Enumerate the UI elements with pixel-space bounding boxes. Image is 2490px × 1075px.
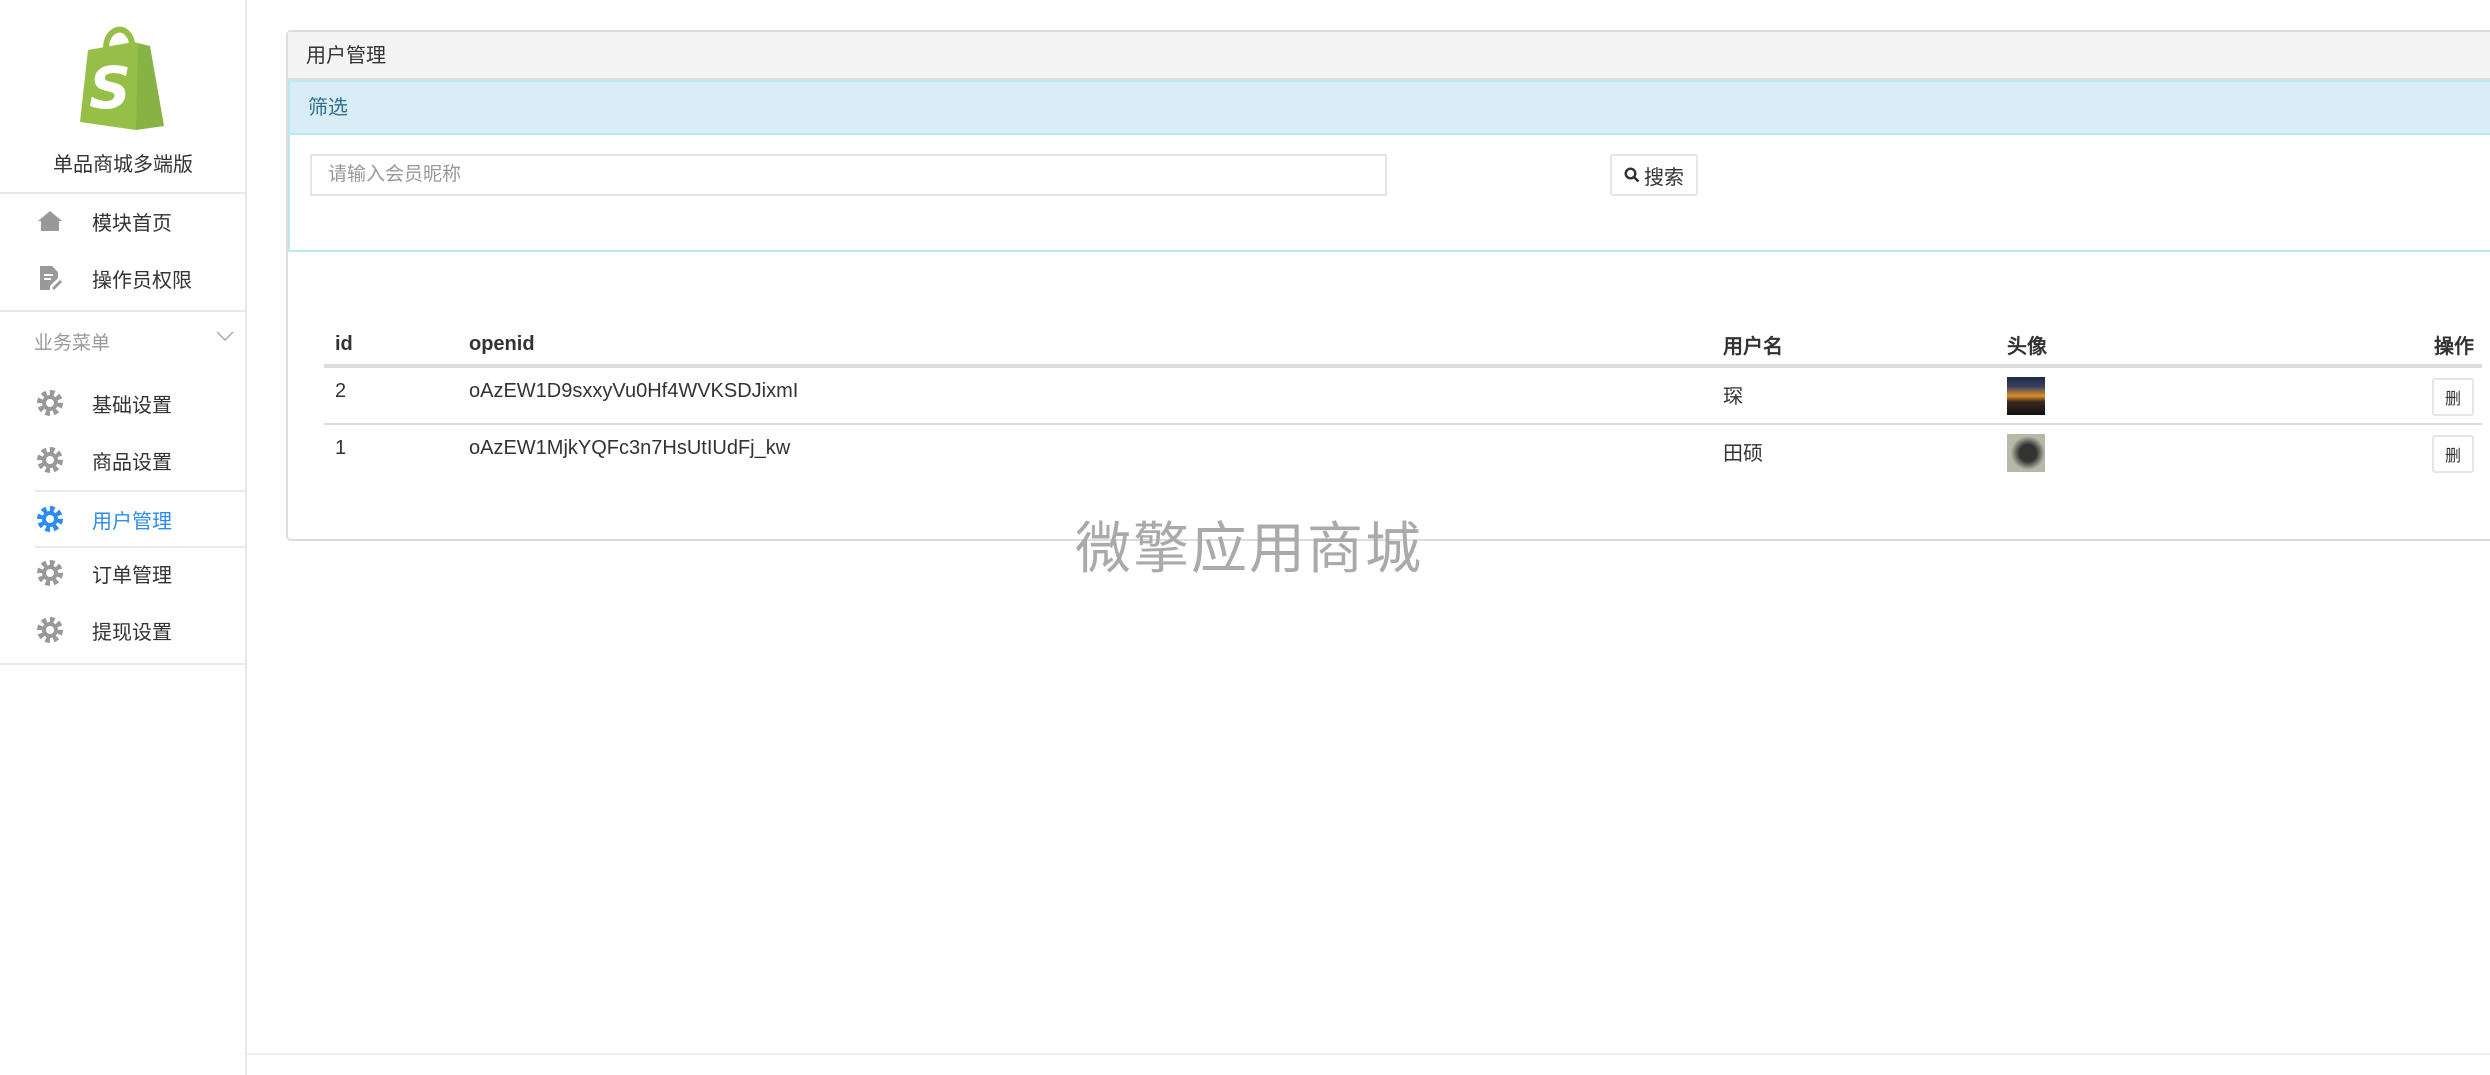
- col-avatar: 头像: [2007, 324, 2219, 368]
- search-button-label: 搜索: [1644, 166, 1684, 189]
- search-icon: [1624, 167, 1640, 183]
- svg-text:S: S: [89, 54, 131, 122]
- gear-icon: [36, 559, 64, 587]
- sidebar-item-order-management[interactable]: 订单管理: [0, 545, 246, 601]
- home-icon: [36, 207, 64, 235]
- user-table: id openid 用户名 头像 操作 2 oAzEW1D9sxxyVu0Hf4…: [324, 324, 2482, 482]
- sidebar: S 单品商城多端版 模块首页 操作员权限 业务菜单 基础设置 商品设置 用户管理…: [0, 0, 247, 1075]
- avatar: [2007, 434, 2045, 472]
- cell-id: 2: [324, 366, 469, 425]
- shopify-bag-logo: S: [80, 26, 164, 130]
- divider: [0, 310, 246, 312]
- menu-group-business[interactable]: 业务菜单: [34, 328, 110, 355]
- brand-name: 单品商城多端版: [53, 154, 193, 176]
- sidebar-item-user-management[interactable]: 用户管理: [0, 491, 246, 547]
- delete-button[interactable]: 删: [2432, 435, 2474, 473]
- col-openid: openid: [469, 324, 1723, 368]
- col-username: 用户名: [1723, 324, 2007, 368]
- gear-icon: [36, 616, 64, 644]
- divider: [0, 663, 246, 665]
- nickname-search-input[interactable]: [310, 154, 1387, 196]
- sidebar-item-label: 商品设置: [92, 451, 172, 474]
- gear-icon: [36, 389, 64, 417]
- filter-title: 筛选: [290, 82, 2490, 135]
- col-id: id: [324, 324, 469, 368]
- edit-document-icon: [36, 264, 64, 292]
- search-button[interactable]: 搜索: [1610, 154, 1698, 196]
- sidebar-item-label: 提现设置: [92, 621, 172, 644]
- sidebar-item-module-home[interactable]: 模块首页: [0, 193, 246, 249]
- panel-title: 用户管理: [288, 32, 2490, 80]
- cell-username: 琛: [1723, 366, 2007, 425]
- cell-openid: oAzEW1MjkYQFc3n7HsUtIUdFj_kw: [469, 437, 791, 459]
- table-header-row: id openid 用户名 头像 操作: [324, 324, 2482, 368]
- cell-username: 田硕: [1723, 443, 1763, 465]
- gear-icon: [36, 446, 64, 474]
- sidebar-item-label: 用户管理: [92, 510, 172, 533]
- watermark: 微擎应用商城: [1075, 517, 1423, 580]
- sidebar-item-label: 基础设置: [92, 394, 172, 417]
- sidebar-item-operator-permissions[interactable]: 操作员权限: [0, 250, 246, 306]
- chevron-down-icon[interactable]: [216, 330, 234, 342]
- col-actions: 操作: [2218, 324, 2482, 368]
- gear-icon: [36, 505, 64, 533]
- table-row: 1 oAzEW1MjkYQFc3n7HsUtIUdFj_kw 田硕 删: [324, 424, 2482, 482]
- avatar: [2007, 377, 2045, 415]
- sidebar-item-label: 操作员权限: [92, 269, 192, 292]
- sidebar-item-label: 模块首页: [92, 212, 172, 235]
- footer-divider: [247, 1053, 2490, 1055]
- cell-openid: oAzEW1D9sxxyVu0Hf4WVKSDJixmI: [469, 366, 1723, 425]
- delete-button[interactable]: 删: [2432, 378, 2474, 416]
- table-row: 2 oAzEW1D9sxxyVu0Hf4WVKSDJixmI 琛 删: [324, 366, 2482, 425]
- user-management-panel: 用户管理 筛选 搜索 id openid 用户名 头像 操作 2 oAzEW1D…: [286, 30, 2490, 541]
- filter-box: 筛选 搜索: [288, 80, 2490, 252]
- sidebar-item-withdrawal-settings[interactable]: 提现设置: [0, 602, 246, 658]
- cell-id: 1: [335, 437, 347, 459]
- sidebar-item-label: 订单管理: [92, 564, 172, 587]
- sidebar-item-product-settings[interactable]: 商品设置: [0, 432, 246, 488]
- sidebar-item-basic-settings[interactable]: 基础设置: [0, 375, 246, 431]
